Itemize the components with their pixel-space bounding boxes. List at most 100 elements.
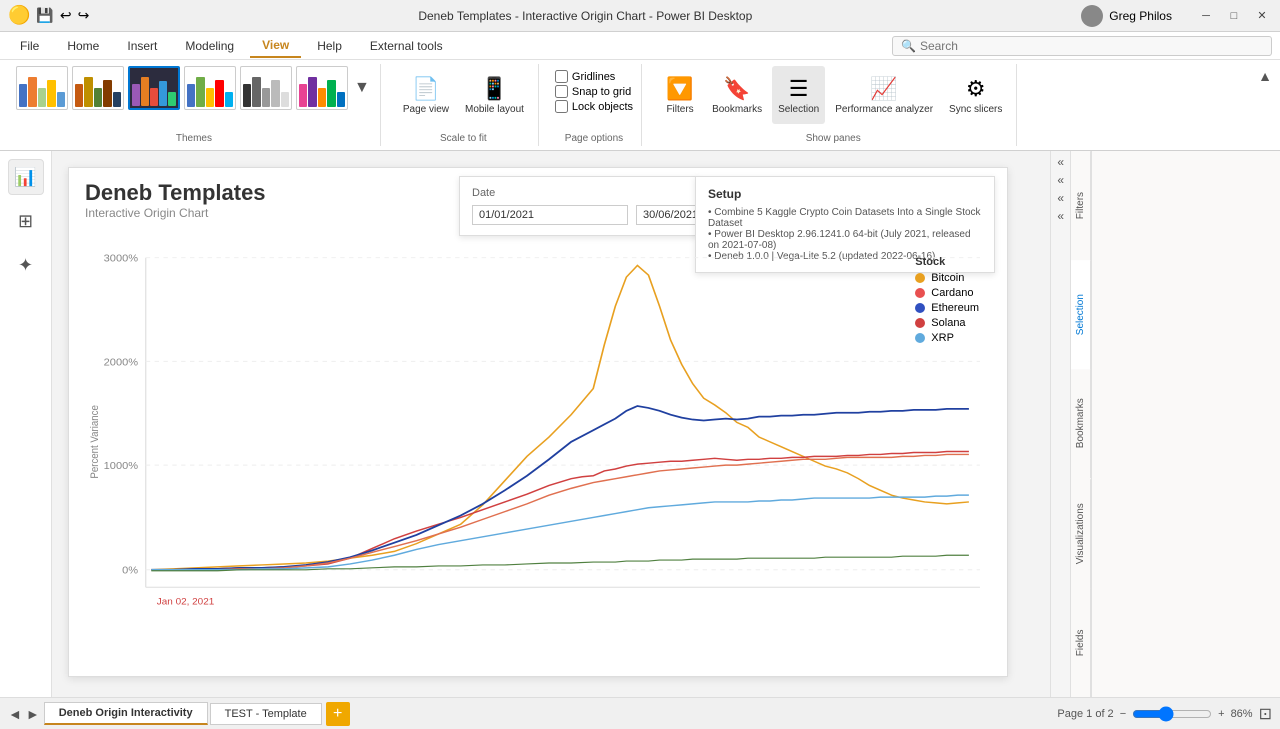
tab-external-tools[interactable]: External tools [358, 35, 455, 57]
quick-redo[interactable]: ↪ [78, 7, 90, 24]
chart-area: Stock Bitcoin Cardano Ethereum [85, 248, 991, 626]
svg-text:Jan 02, 2021: Jan 02, 2021 [157, 597, 214, 606]
legend-ethereum: Ethereum [915, 302, 979, 314]
legend-cardano: Cardano [915, 287, 979, 299]
ribbon-tab-bar: File Home Insert Modeling View Help Exte… [0, 32, 1280, 60]
theme-swatch-3[interactable] [128, 66, 180, 110]
tab-help[interactable]: Help [305, 35, 354, 57]
minimize-button[interactable]: ─ [1196, 6, 1216, 26]
svg-text:2000%: 2000% [104, 358, 138, 368]
date-panel: Date ⊡ [459, 176, 699, 236]
right-panel: « « « « Filters Selection Bo [1050, 151, 1280, 697]
tab-view[interactable]: View [250, 34, 301, 58]
ribbon-collapse-button[interactable]: ▲ [1258, 68, 1272, 84]
collapse-left-btn[interactable]: « [1057, 155, 1064, 169]
report-subtitle: Interactive Origin Chart [85, 206, 266, 220]
ribbon-group-show-panes: 🔽 Filters 🔖 Bookmarks ☰ Selection 📈 Perf… [650, 64, 1017, 146]
right-tab-filters[interactable]: Filters [1071, 151, 1091, 260]
sync-slicers-icon: ⚙ [966, 76, 986, 102]
tab-test-template[interactable]: TEST - Template [210, 703, 322, 725]
bookmarks-label: Bookmarks [712, 104, 762, 115]
quick-undo[interactable]: ↩ [60, 7, 72, 24]
snap-to-grid-checkbox[interactable]: Snap to grid [555, 85, 633, 98]
ribbon-group-themes: ▼ Themes [8, 64, 381, 146]
report-canvas: Deneb Templates Interactive Origin Chart… [68, 167, 1008, 677]
add-page-button[interactable]: + [326, 702, 350, 726]
filters-pane-button[interactable]: 🔽 Filters [658, 66, 702, 124]
theme-swatch-6[interactable] [296, 66, 348, 110]
performance-label: Performance analyzer [835, 104, 933, 115]
ribbon-group-scale: 📄 Page view 📱 Mobile layout Scale to fit [389, 64, 539, 146]
zoom-slider[interactable] [1132, 706, 1212, 722]
close-button[interactable]: ✕ [1252, 6, 1272, 26]
gridlines-checkbox[interactable]: Gridlines [555, 70, 633, 83]
tab-home[interactable]: Home [55, 35, 111, 57]
page-view-icon: 📄 [412, 76, 439, 102]
selection-pane-button[interactable]: ☰ Selection [772, 66, 825, 124]
fit-page-btn[interactable]: ⊡ [1259, 704, 1272, 724]
tab-file[interactable]: File [8, 35, 51, 57]
cardano-line [151, 452, 969, 570]
cardano-dot [915, 288, 925, 298]
right-tab-selection[interactable]: Selection [1071, 260, 1091, 369]
theme-swatch-4[interactable] [184, 66, 236, 110]
page-tabs: Deneb Origin Interactivity TEST - Templa… [44, 702, 322, 725]
window-title: Deneb Templates - Interactive Origin Cha… [418, 9, 752, 23]
filters-label: Filters [666, 104, 693, 115]
ribbon: File Home Insert Modeling View Help Exte… [0, 32, 1280, 151]
report-title: Deneb Templates [85, 180, 266, 206]
svg-text:3000%: 3000% [104, 254, 138, 264]
zoom-out-btn[interactable]: − [1120, 708, 1126, 720]
tab-modeling[interactable]: Modeling [173, 35, 246, 57]
solana-label: Solana [931, 317, 965, 329]
legend-bitcoin: Bitcoin [915, 272, 979, 284]
app-icon: 🟡 [8, 5, 30, 26]
right-tab-fields[interactable]: Fields [1071, 588, 1091, 697]
bookmarks-icon: 🔖 [723, 76, 750, 102]
svg-text:1000%: 1000% [104, 462, 138, 472]
sidebar-icon-model[interactable]: ✦ [8, 247, 44, 283]
search-bar: 🔍 [892, 36, 1272, 56]
next-page-btn[interactable]: ► [26, 706, 40, 722]
canvas-area: Deneb Templates Interactive Origin Chart… [52, 151, 1050, 697]
zoom-in-btn[interactable]: + [1218, 708, 1224, 720]
chart-svg: 3000% 2000% 1000% 0% Percent Variance Ja… [85, 248, 991, 626]
date-range: ⊡ [472, 205, 686, 225]
theme-swatch-5[interactable] [240, 66, 292, 110]
ethereum-line [151, 406, 969, 570]
right-tab-visualizations[interactable]: Visualizations [1071, 479, 1091, 588]
user-avatar [1081, 5, 1103, 27]
performance-analyzer-button[interactable]: 📈 Performance analyzer [829, 66, 939, 124]
collapse-btn-4[interactable]: « [1057, 209, 1064, 223]
search-icon: 🔍 [901, 39, 916, 53]
main-area: 📊 ⊞ ✦ Deneb Templates Interactive Origin… [0, 151, 1280, 697]
sidebar-icon-chart[interactable]: 📊 [8, 159, 44, 195]
start-date-input[interactable] [472, 205, 628, 225]
bookmarks-pane-button[interactable]: 🔖 Bookmarks [706, 66, 768, 124]
theme-swatch-1[interactable] [16, 66, 68, 110]
sync-slicers-button[interactable]: ⚙ Sync slicers [943, 66, 1008, 124]
tab-deneb-origin[interactable]: Deneb Origin Interactivity [44, 702, 208, 725]
legend-xrp: XRP [915, 332, 979, 344]
theme-swatch-2[interactable] [72, 66, 124, 110]
collapse-btn-3[interactable]: « [1057, 191, 1064, 205]
prev-page-btn[interactable]: ◄ [8, 706, 22, 722]
left-sidebar: 📊 ⊞ ✦ [0, 151, 52, 697]
tab-insert[interactable]: Insert [115, 35, 169, 57]
bitcoin-dot [915, 273, 925, 283]
right-tab-bookmarks[interactable]: Bookmarks [1071, 369, 1091, 478]
restore-button[interactable]: □ [1224, 6, 1244, 26]
lock-objects-checkbox[interactable]: Lock objects [555, 100, 633, 113]
collapse-right-btn[interactable]: « [1057, 173, 1064, 187]
page-status: Page 1 of 2 [1057, 708, 1113, 720]
mobile-layout-button[interactable]: 📱 Mobile layout [459, 66, 530, 124]
show-panes-label: Show panes [806, 133, 861, 144]
search-input[interactable] [920, 39, 1263, 53]
ethereum-label: Ethereum [931, 302, 979, 314]
page-view-button[interactable]: 📄 Page view [397, 66, 455, 124]
svg-text:0%: 0% [122, 566, 138, 576]
theme-dropdown-arrow[interactable]: ▼ [352, 77, 372, 99]
xrp-dot [915, 333, 925, 343]
sidebar-icon-table[interactable]: ⊞ [8, 203, 44, 239]
quick-save[interactable]: 💾 [36, 7, 53, 24]
